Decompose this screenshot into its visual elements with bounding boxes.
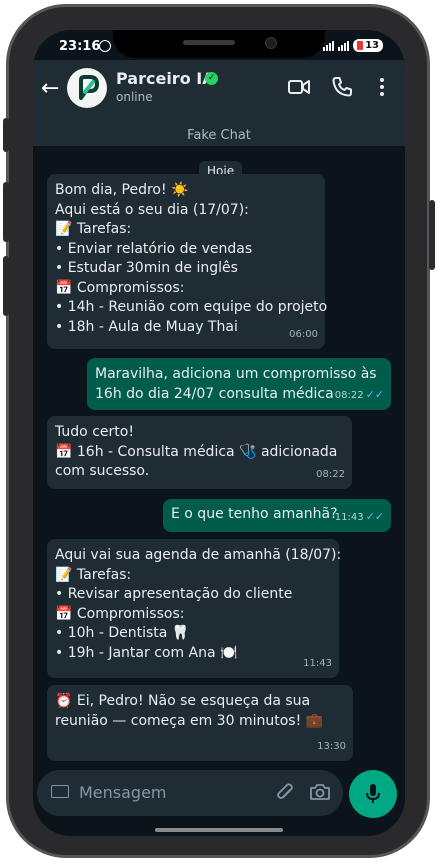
phone-screen: 23:16 13 ← Parceiro IA ✓ online Fake Cha… — [33, 30, 405, 836]
message-input[interactable]: Mensagem — [79, 783, 167, 802]
keyboard-icon[interactable] — [51, 785, 69, 798]
mic-button[interactable] — [349, 770, 397, 818]
avatar[interactable] — [67, 68, 107, 108]
status-icons: 13 — [323, 39, 383, 52]
status-time: 23:16 — [59, 39, 101, 54]
chat-subtitle: Fake Chat — [187, 128, 251, 143]
signal-icon-2 — [338, 40, 350, 51]
message-line: com sucesso. — [55, 463, 150, 479]
message-line: • Estudar 30min de inglês — [55, 260, 238, 276]
message-outgoing[interactable]: Maravilha, adiciona um compromisso às 16… — [87, 358, 391, 410]
side-button-left — [3, 118, 9, 152]
message-line: Bom dia, Pedro! ☀️ — [55, 182, 189, 198]
message-list[interactable]: Hoje Bom dia, Pedro! ☀️ Aqui está o seu … — [33, 146, 405, 766]
message-time-wrap: 08:22 ✓✓ — [335, 385, 384, 406]
double-check-icon: ✓✓ — [365, 509, 384, 523]
message-time: 08:22 — [334, 389, 364, 401]
battery-level: 13 — [365, 40, 379, 51]
message-line: • 19h - Jantar com Ana 🍽️ — [55, 644, 238, 661]
speaker-grille — [183, 40, 235, 45]
message-time-wrap: 11:43 ✓✓ — [335, 507, 384, 528]
battery-icon: 13 — [353, 39, 383, 52]
message-line: 📝 Tarefas: — [55, 566, 132, 583]
message-line: ⏰ Ei, Pedro! Não se esqueça da sua — [55, 693, 311, 709]
chat-header: ← Parceiro IA ✓ online Fake Chat — [33, 60, 405, 146]
contact-status: online — [116, 90, 153, 104]
parceiro-logo-icon — [79, 75, 99, 100]
message-line: 📝 Tarefas: — [55, 221, 132, 237]
camera-notch — [113, 30, 325, 58]
message-line: Aqui vai sua agenda de amanhã (18/07): — [55, 547, 342, 563]
verified-badge-icon: ✓ — [205, 72, 218, 85]
message-line: • 18h - Aula de Muay Thai — [55, 318, 238, 335]
camera-icon[interactable] — [309, 782, 331, 802]
side-button-left-3 — [3, 256, 9, 316]
message-incoming[interactable]: Bom dia, Pedro! ☀️ Aqui está o seu dia (… — [47, 174, 328, 349]
message-line: 📅 Compromissos: — [55, 605, 185, 622]
side-button-left-2 — [3, 182, 9, 242]
arrow-left-icon[interactable]: ← — [41, 76, 59, 101]
voice-call-icon[interactable] — [331, 76, 353, 98]
video-call-icon[interactable] — [288, 76, 310, 98]
message-time: 08:22 — [316, 468, 345, 480]
message-line: • 10h - Dentista 🦷 — [55, 625, 190, 641]
whatsapp-notification-icon — [99, 40, 111, 52]
message-incoming[interactable]: Aqui vai sua agenda de amanhã (18/07): 📝… — [47, 539, 342, 678]
attach-icon[interactable] — [275, 782, 295, 804]
message-time: 11:43 — [334, 511, 364, 523]
contact-name[interactable]: Parceiro IA — [116, 69, 215, 88]
message-line: 📅 16h - Consulta médica 🩺 adicionada — [55, 443, 338, 460]
side-button-right — [429, 200, 435, 270]
message-time: 06:00 — [289, 328, 318, 340]
message-time: 13:30 — [317, 740, 346, 752]
message-incoming[interactable]: Tudo certo! 📅 16h - Consulta médica 🩺 ad… — [47, 416, 352, 489]
signal-icon — [323, 40, 335, 51]
mic-icon — [366, 784, 380, 803]
message-incoming[interactable]: ⏰ Ei, Pedro! Não se esqueça da sua reuni… — [47, 685, 353, 761]
message-line: • Enviar relatório de vendas — [55, 240, 253, 257]
message-line: reunião — começa em 30 minutos! 💼 — [55, 712, 324, 729]
more-vert-icon[interactable] — [378, 76, 386, 98]
message-line: • 14h - Reunião com equipe do projeto — [55, 299, 328, 315]
message-line: 📅 Compromissos: — [55, 279, 185, 296]
message-line: Aqui está o seu dia (17/07): — [55, 201, 249, 218]
message-outgoing[interactable]: E o que tenho amanhã? 11:43 ✓✓ — [163, 499, 391, 532]
message-time: 11:43 — [303, 657, 332, 669]
double-check-icon: ✓✓ — [365, 387, 384, 401]
message-line: • Revisar apresentação do cliente — [55, 586, 293, 602]
front-camera — [265, 37, 277, 49]
message-line: Tudo certo! — [55, 424, 134, 440]
message-composer[interactable]: Mensagem — [37, 770, 343, 816]
home-indicator[interactable] — [155, 828, 283, 832]
message-line: Maravilha, adiciona um compromisso às — [95, 366, 377, 382]
